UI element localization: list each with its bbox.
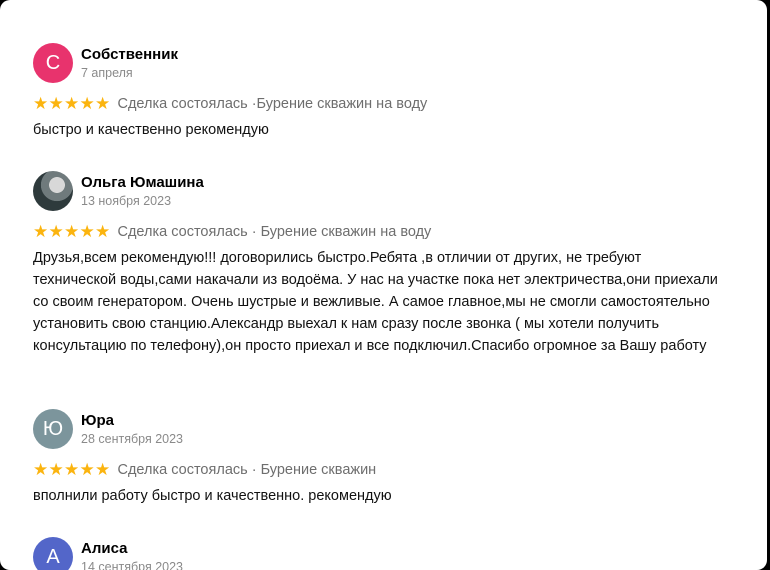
review-header: Ю Юра 28 сентября 2023 xyxy=(33,409,733,449)
review-item: Ю Юра 28 сентября 2023 ★ ★ ★ ★ ★ Сделка сост… xyxy=(33,409,733,507)
star-icon: ★ xyxy=(64,222,80,241)
deal-tag: Сделка состоялась ·Бурение скважин на во… xyxy=(117,96,428,112)
star-icon: ★ xyxy=(48,94,64,113)
rating-stars: ★ ★ ★ ★ ★ xyxy=(33,223,111,241)
deal-tag: Сделка состоялась · Бурение скважин xyxy=(117,462,377,478)
review-date: 7 апреля xyxy=(81,66,133,80)
user-photo-icon[interactable] xyxy=(33,171,73,211)
review-item: С Собственник 7 апреля ★ ★ ★ ★ ★ Сделка сост… xyxy=(33,43,733,141)
star-icon: ★ xyxy=(33,460,49,479)
review-date: 28 сентября 2023 xyxy=(81,432,183,446)
review-text: Друзья,всем рекомендую!!! договорились б… xyxy=(33,250,718,354)
review-item: А Алиса 14 сентября 2023 xyxy=(33,537,733,570)
star-icon: ★ xyxy=(95,460,111,479)
reviewer-name[interactable]: Ольга Юмашина xyxy=(81,173,204,192)
reviewer-name[interactable]: Алиса xyxy=(81,539,183,558)
review-text: вполнили работу быстро и качественно. ре… xyxy=(33,488,392,504)
review-header: С Собственник 7 апреля xyxy=(33,43,733,83)
star-icon: ★ xyxy=(95,222,111,241)
deal-tag: Сделка состоялась · Бурение скважин на в… xyxy=(117,224,432,240)
review-date: 13 ноября 2023 xyxy=(81,194,172,208)
rating-stars: ★ ★ ★ ★ ★ xyxy=(33,461,111,479)
star-icon: ★ xyxy=(64,94,80,113)
reviewer-name[interactable]: Юра xyxy=(81,411,183,430)
star-icon: ★ xyxy=(48,460,64,479)
star-icon: ★ xyxy=(64,460,80,479)
review-header: Ольга Юмашина 13 ноября 2023 xyxy=(33,171,733,211)
review-item: Ольга Юмашина 13 ноября 2023 ★ ★ ★ ★ ★ Сделк… xyxy=(33,171,733,357)
rating-stars: ★ ★ ★ ★ ★ xyxy=(33,95,111,113)
star-icon: ★ xyxy=(95,94,111,113)
reviewer-name[interactable]: Собственник xyxy=(81,45,178,64)
star-icon: ★ xyxy=(79,222,95,241)
avatar[interactable]: А xyxy=(33,537,73,570)
star-icon: ★ xyxy=(33,94,49,113)
star-icon: ★ xyxy=(33,222,49,241)
star-icon: ★ xyxy=(48,222,64,241)
star-icon: ★ xyxy=(79,94,95,113)
review-date: 14 сентября 2023 xyxy=(81,560,183,570)
review-text: быстро и качественно рекомендую xyxy=(33,122,269,138)
reviews-panel: С Собственник 7 апреля ★ ★ ★ ★ ★ Сделка сост… xyxy=(0,0,767,570)
star-icon: ★ xyxy=(79,460,95,479)
review-header: А Алиса 14 сентября 2023 xyxy=(33,537,733,570)
avatar[interactable]: Ю xyxy=(33,409,73,449)
avatar[interactable]: С xyxy=(33,43,73,83)
